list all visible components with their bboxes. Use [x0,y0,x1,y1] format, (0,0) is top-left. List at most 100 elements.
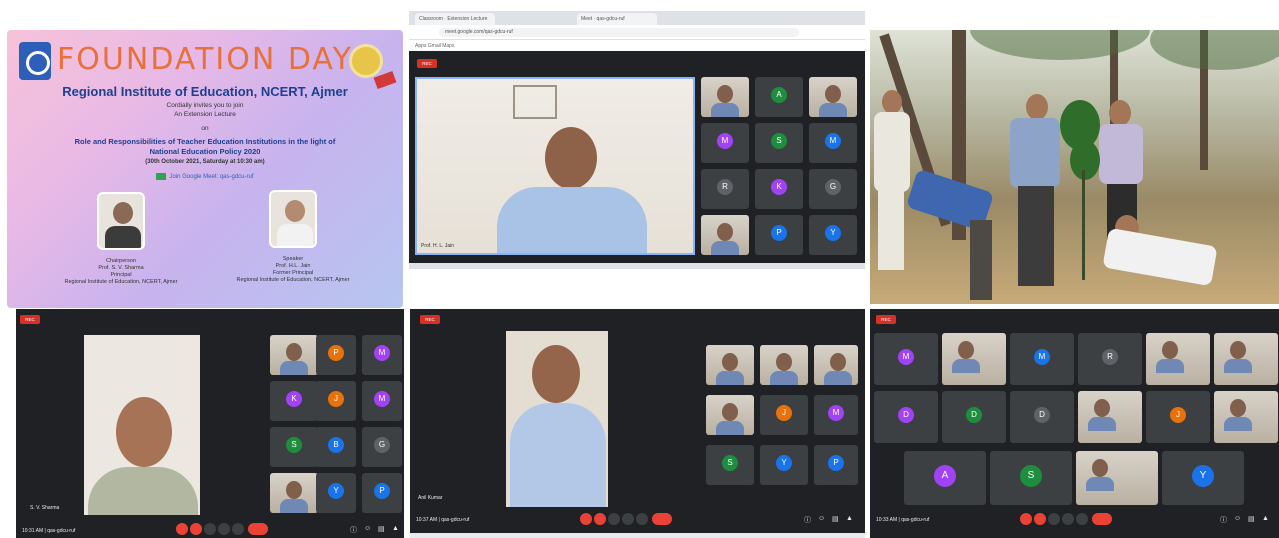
more-options-button[interactable] [636,513,648,525]
present-button[interactable] [622,513,634,525]
mic-off-button[interactable] [1020,513,1032,525]
participant-tile[interactable]: Y [1162,451,1244,505]
present-button[interactable] [1062,513,1074,525]
participant-tile[interactable]: M [701,123,749,163]
speaker-name-label: Anil Kumar [418,495,443,501]
speaker-photo [269,190,317,248]
participant-tile[interactable]: A [904,451,986,505]
participant-tile[interactable]: B [316,427,356,467]
captions-button[interactable] [608,513,620,525]
browser-tab-1[interactable]: Classroom · Extension Lecture [415,13,495,25]
participant-tile[interactable] [942,333,1006,385]
participant-tile[interactable] [1214,391,1278,443]
poster-meet-link[interactable]: Join Google Meet: qas-gdcu-ruf [7,173,403,180]
participant-tile[interactable]: S [706,445,754,485]
participant-tile[interactable]: Y [760,445,808,485]
participant-tile[interactable] [1214,333,1278,385]
participant-tile[interactable]: M [362,335,402,375]
leave-call-button[interactable] [652,513,672,525]
participant-tile[interactable]: M [874,333,938,385]
info-icon[interactable]: ⓘ [350,525,357,535]
meeting-controls [1020,513,1120,527]
participant-tile[interactable]: D [1010,391,1074,443]
participant-tile[interactable]: S [990,451,1072,505]
participant-tile[interactable]: P [316,335,356,375]
activities-icon[interactable]: ▲ [392,525,399,532]
participant-tile[interactable]: R [1078,333,1142,385]
participant-tile[interactable]: R [701,169,749,209]
participant-tile[interactable] [1146,333,1210,385]
participant-tile[interactable] [1076,451,1158,505]
avatar: P [328,345,344,362]
more-options-button[interactable] [232,523,244,535]
activities-icon[interactable]: ▲ [1262,515,1269,522]
avatar: M [825,133,841,150]
participant-tile[interactable]: G [809,169,857,209]
participant-tile[interactable] [706,395,754,435]
participant-tile[interactable] [270,473,318,513]
participant-tile[interactable]: M [814,395,858,435]
participant-tile[interactable]: P [814,445,858,485]
poster-title: FOUNDATION DAY [57,42,353,77]
captions-button[interactable] [204,523,216,535]
participant-tile[interactable]: P [755,215,803,255]
recording-badge: REC [20,315,40,324]
participant-tile[interactable] [706,345,754,385]
participant-tile[interactable]: M [362,381,402,421]
participant-tile[interactable] [270,335,318,375]
present-button[interactable] [218,523,230,535]
participant-tile[interactable]: K [755,169,803,209]
participant-tile[interactable] [701,77,749,117]
leave-call-button[interactable] [248,523,268,535]
participant-tile[interactable]: J [760,395,808,435]
people-icon[interactable]: ☺ [1234,515,1241,522]
camera-off-button[interactable] [594,513,606,525]
participant-tile[interactable]: G [362,427,402,467]
camera-off-button[interactable] [1034,513,1046,525]
participant-tile[interactable]: M [809,123,857,163]
address-bar[interactable]: meet.google.com/qas-gdcu-ruf [439,28,799,37]
chat-icon[interactable]: ▤ [832,515,839,523]
participant-tile[interactable] [1078,391,1142,443]
activities-icon[interactable]: ▲ [846,515,853,522]
people-icon[interactable]: ☺ [818,515,825,522]
info-icon[interactable]: ⓘ [804,515,811,525]
speaker-shirt [510,403,606,507]
participant-tile[interactable]: K [270,381,318,421]
participant-tile[interactable]: A [755,77,803,117]
poster-topic: Role and Responsibilities of Teacher Edu… [17,137,393,157]
participant-tile[interactable]: S [270,427,318,467]
chairperson-photo [97,192,145,250]
participant-tile[interactable]: D [942,391,1006,443]
meeting-clock: 10:37 AM | qas-gdcu-ruf [416,517,470,523]
avatar: D [1034,406,1050,423]
more-options-button[interactable] [1076,513,1088,525]
participant-tile[interactable] [814,345,858,385]
chat-icon[interactable]: ▤ [378,525,385,533]
participant-tile[interactable]: P [362,473,402,513]
info-icon[interactable]: ⓘ [1220,515,1227,525]
participant-tile[interactable] [760,345,808,385]
participant-tile[interactable]: S [755,123,803,163]
chat-icon[interactable]: ▤ [1248,515,1255,523]
mic-off-button[interactable] [580,513,592,525]
participant-tile[interactable]: D [874,391,938,443]
browser-chrome: Classroom · Extension Lecture Meet · qas… [409,11,865,51]
participant-tile[interactable] [701,215,749,255]
captions-button[interactable] [1048,513,1060,525]
camera-off-button[interactable] [190,523,202,535]
browser-tab-2[interactable]: Meet · qas-gdcu-ruf [577,13,657,25]
participant-tile[interactable]: Y [316,473,356,513]
avatar: M [898,348,914,365]
participant-tile[interactable] [809,77,857,117]
mic-off-button[interactable] [176,523,188,535]
participant-tile[interactable]: Y [809,215,857,255]
participant-tile[interactable]: J [316,381,356,421]
chairperson-title: Principal [110,272,132,278]
participant-tile[interactable]: M [1010,333,1074,385]
active-speaker-video [506,331,608,507]
avatar: G [374,437,390,454]
leave-call-button[interactable] [1092,513,1112,525]
participant-tile[interactable]: J [1146,391,1210,443]
people-icon[interactable]: ☺ [364,525,371,532]
